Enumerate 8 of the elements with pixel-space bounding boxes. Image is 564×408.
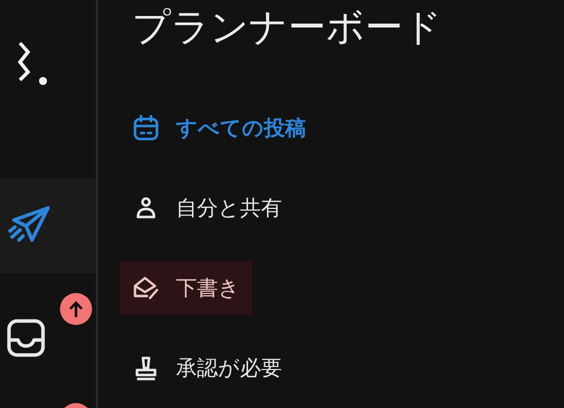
- envelope-pencil-icon: [132, 274, 160, 302]
- menu-item[interactable]: 自分と共有: [120, 181, 294, 235]
- menu-item[interactable]: 下書き: [120, 261, 252, 315]
- menu-item[interactable]: すべての投稿: [120, 101, 318, 155]
- inbox-icon: [6, 318, 46, 358]
- page-title: プランナーボード: [132, 4, 442, 51]
- menu-item[interactable]: 承認が必要: [120, 341, 294, 395]
- calendar-icon: [132, 114, 160, 142]
